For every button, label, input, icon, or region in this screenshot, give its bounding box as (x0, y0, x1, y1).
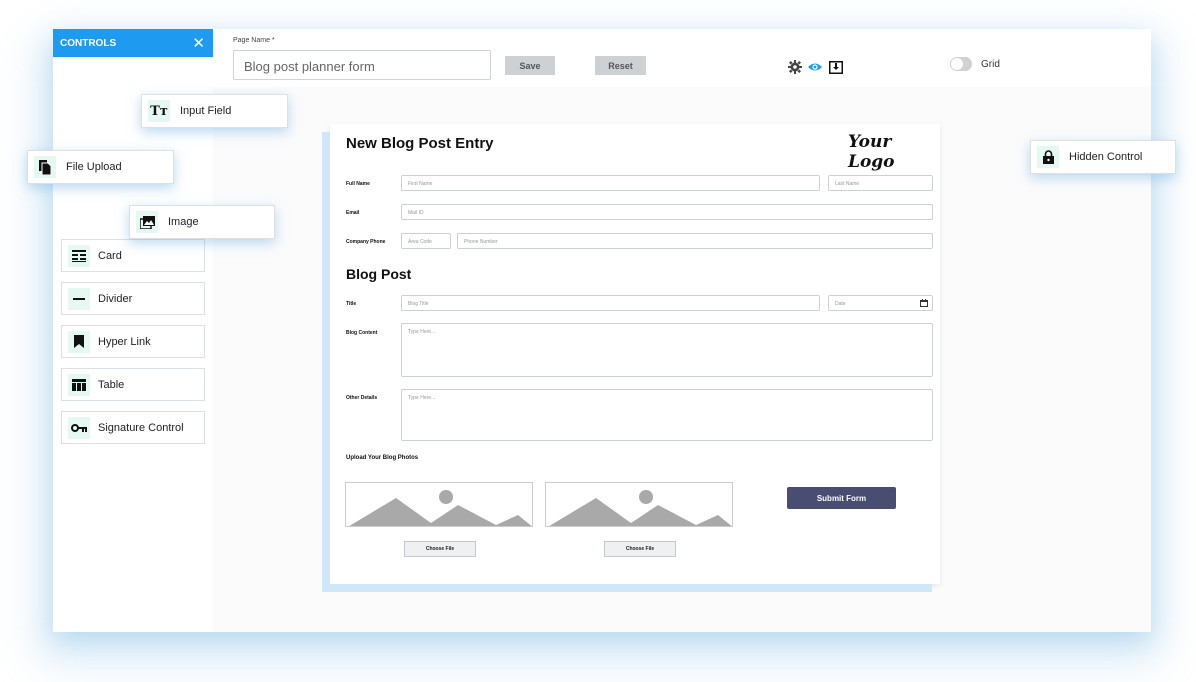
close-icon[interactable]: ✕ (192, 36, 205, 51)
last-name-field[interactable]: Last Name (828, 175, 933, 191)
submit-form-button[interactable]: Submit Form (787, 487, 896, 509)
sidebar-title: CONTROLS (60, 37, 117, 49)
text-icon: Tт (148, 100, 170, 122)
title-label: Title (346, 301, 357, 307)
sidebar-header: CONTROLS ✕ (53, 29, 213, 57)
blog-content-textarea[interactable]: Type Here... (401, 323, 933, 377)
bookmark-icon (68, 330, 90, 353)
date-field[interactable]: Date (828, 295, 933, 311)
floating-file-upload[interactable]: File Upload (27, 150, 174, 184)
table-icon (68, 373, 90, 396)
image-placeholder-1 (345, 482, 533, 527)
topbar: Page Name * Blog post planner form Save … (213, 29, 1151, 87)
area-code-field[interactable]: Area Code (401, 233, 451, 249)
grid-toggle[interactable] (950, 57, 972, 71)
company-phone-label: Company Phone (346, 239, 386, 245)
floating-input-field[interactable]: Tт Input Field (141, 94, 288, 128)
form-title: New Blog Post Entry (346, 135, 494, 152)
floating-image-label: Image (168, 216, 199, 228)
other-details-textarea[interactable]: Type Here... (401, 389, 933, 441)
control-table[interactable]: Table (61, 368, 205, 401)
control-divider-label: Divider (98, 292, 133, 305)
section-title: Blog Post (346, 266, 412, 282)
blog-title-field[interactable]: Blog Title (401, 295, 820, 311)
floating-hidden-control-label: Hidden Control (1069, 151, 1143, 163)
grid-label: Grid (981, 59, 1000, 70)
page-name-label: Page Name * (233, 37, 275, 44)
image-placeholder-icon (549, 490, 732, 526)
upload-photos-label: Upload Your Blog Photos (346, 455, 419, 461)
other-details-label: Other Details (346, 395, 378, 401)
choose-file-button-1[interactable]: Choose File (404, 541, 476, 557)
phone-number-field[interactable]: Phone Number (457, 233, 933, 249)
card-icon (68, 244, 90, 267)
divider-icon (68, 287, 90, 310)
calendar-icon[interactable] (920, 299, 928, 307)
image-placeholder-2 (545, 482, 733, 527)
form-preview: New Blog Post Entry Your Logo Full Name … (330, 124, 940, 584)
control-divider[interactable]: Divider (61, 282, 205, 315)
file-icon (34, 156, 56, 178)
page-name-input[interactable]: Blog post planner form (233, 50, 491, 80)
control-card[interactable]: Card (61, 239, 205, 272)
lock-icon (1037, 146, 1059, 168)
email-label: Email (346, 210, 360, 216)
control-signature[interactable]: Signature Control (61, 411, 205, 444)
choose-file-button-2[interactable]: Choose File (604, 541, 676, 557)
full-name-label: Full Name (346, 181, 370, 187)
toggle-knob (951, 58, 963, 70)
floating-input-field-label: Input Field (180, 105, 232, 117)
eye-icon[interactable] (808, 60, 822, 74)
key-icon (68, 416, 90, 439)
first-name-field[interactable]: First Name (401, 175, 820, 191)
reset-button[interactable]: Reset (595, 56, 646, 75)
email-field[interactable]: Mail ID (401, 204, 933, 220)
blog-content-label: Blog Content (346, 330, 378, 336)
gear-icon[interactable] (788, 60, 802, 74)
floating-hidden-control[interactable]: Hidden Control (1030, 140, 1176, 174)
control-table-label: Table (98, 378, 125, 391)
floating-image[interactable]: Image (129, 205, 275, 239)
control-hyper-link[interactable]: Hyper Link (61, 325, 205, 358)
floating-file-upload-label: File Upload (66, 161, 122, 173)
download-icon[interactable] (829, 60, 843, 74)
date-placeholder: Date (835, 301, 846, 307)
control-card-label: Card (98, 249, 122, 262)
image-placeholder-icon (349, 490, 532, 526)
image-icon (136, 211, 158, 233)
control-signature-label: Signature Control (98, 421, 184, 434)
control-hyper-link-label: Hyper Link (98, 335, 151, 348)
logo-text: Your Logo (848, 132, 895, 172)
save-button[interactable]: Save (505, 56, 555, 75)
